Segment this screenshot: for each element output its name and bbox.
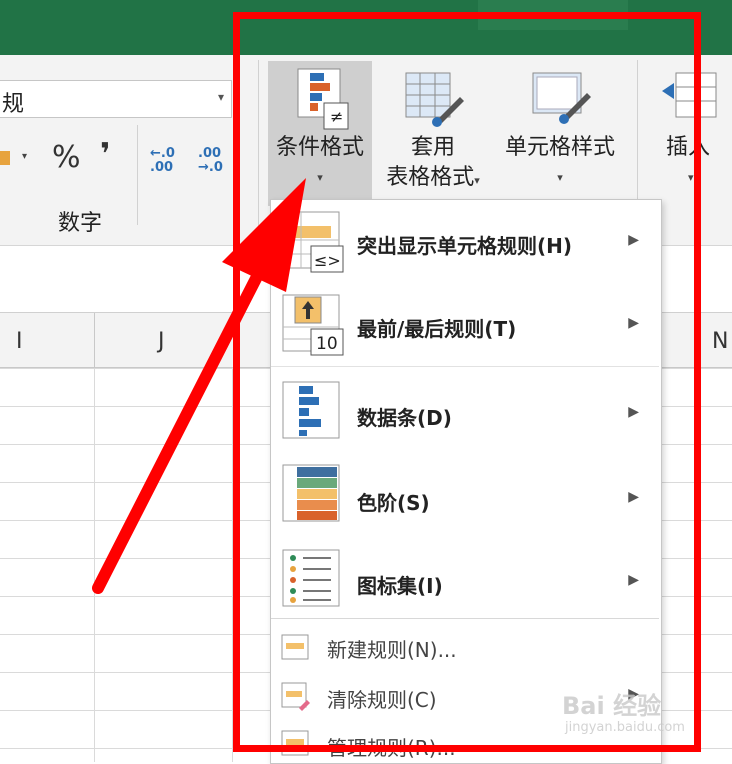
watermark-logo: Bai 经验 [562,692,662,720]
annotation-arrow [92,178,306,594]
watermark-url: jingyan.baidu.com [565,720,685,735]
